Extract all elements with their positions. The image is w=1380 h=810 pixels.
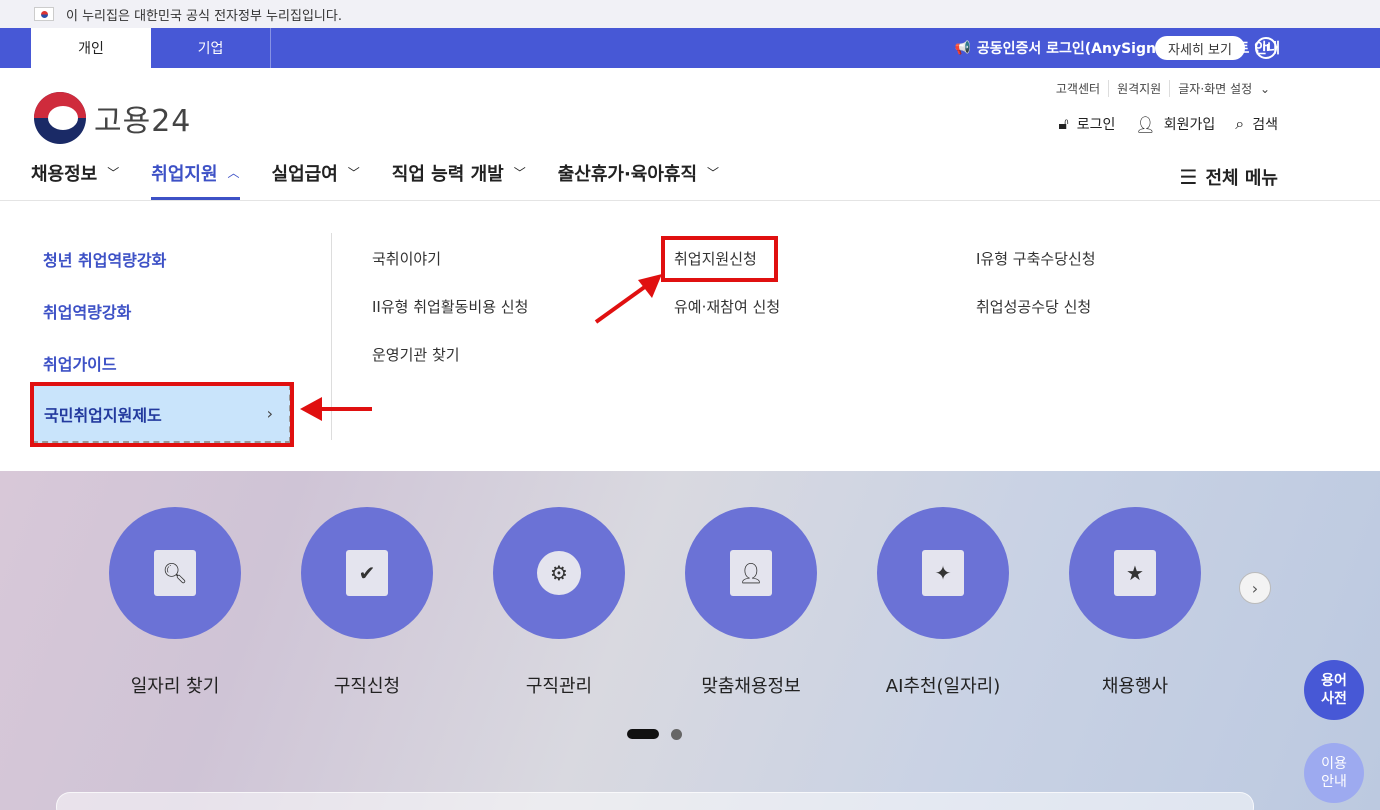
gov-notice-text: 이 누리집은 대한민국 공식 전자정부 누리집입니다. — [66, 8, 342, 24]
chevron-down-icon: ⌄ — [1259, 82, 1270, 96]
quick-job-apply[interactable]: ✔ — [301, 507, 433, 639]
signup-label: 회원가입 — [1163, 117, 1216, 133]
quick-label: 구직신청 — [333, 676, 401, 697]
side-item-guide[interactable]: 취업가이드 — [43, 351, 117, 375]
all-menu-button[interactable]: ☰ 전체 메뉴 — [1180, 164, 1278, 190]
search-icon: ⌕ — [1235, 114, 1245, 133]
sub-link-activity-cost[interactable]: II유형 취업활동비용 신청 — [372, 296, 528, 317]
gov-notice-bar: 이 누리집은 대한민국 공식 전자정부 누리집입니다. — [0, 0, 1380, 28]
carousel-dot[interactable] — [671, 729, 682, 740]
chevron-right-icon: › — [1251, 578, 1259, 598]
quick-custom-jobs[interactable]: 👤︎ — [685, 507, 817, 639]
remote-support-link[interactable]: 원격지원 — [1108, 80, 1169, 97]
display-settings-label: 글자·화면 설정 — [1178, 82, 1253, 96]
nav-job-info[interactable]: 채용정보 ﹀ — [31, 160, 119, 200]
nav-parental-leave[interactable]: 출산휴가·육아휴직 ﹀ — [558, 160, 719, 200]
display-settings-link[interactable]: 글자·화면 설정 ⌄ — [1169, 80, 1278, 97]
highlight-box — [30, 382, 294, 447]
nav-label: 실업급여 — [271, 164, 338, 185]
nav-vocational-training[interactable]: 직업 능력 개발 ﹀ — [392, 160, 526, 200]
calendar-star-icon: ★ — [1114, 550, 1156, 596]
site-logo[interactable]: 고용24 — [34, 92, 191, 144]
dropdown-divider — [331, 233, 332, 440]
megaphone-icon: 📢 — [954, 40, 971, 56]
all-menu-label: 전체 메뉴 — [1205, 168, 1278, 189]
gear-briefcase-icon: ⚙ — [537, 551, 581, 595]
tab-business[interactable]: 기업 — [151, 28, 271, 68]
document-check-icon: ✔ — [346, 550, 388, 596]
sub-link-allowance[interactable]: I유형 구축수당신청 — [976, 248, 1096, 269]
chevron-down-icon: ﹀ — [107, 166, 120, 180]
top-band: 개인 기업 📢 공동인증서 로그인(AnySign) 버전 업데이트 안내 자세… — [0, 28, 1380, 68]
nav-label: 출산휴가·육아휴직 — [557, 164, 698, 185]
user-links: 🔓︎ 로그인 👤︎ 회원가입 ⌕ 검색 — [1038, 114, 1278, 134]
signup-link[interactable]: 👤︎ 회원가입 — [1135, 114, 1215, 134]
utility-links: 고객센터 원격지원 글자·화면 설정 ⌄ — [1048, 80, 1278, 97]
search-link[interactable]: ⌕ 검색 — [1235, 114, 1278, 134]
nav-label: 직업 능력 개발 — [391, 164, 504, 185]
quick-label: AI추천(일자리) — [885, 676, 1001, 697]
puzzle-person-icon: 👤︎ — [730, 550, 772, 596]
nav-label: 취업지원 — [151, 164, 218, 185]
quick-job-manage[interactable]: ⚙ — [493, 507, 625, 639]
main-nav: 채용정보 ﹀ 취업지원 ︿ 실업급여 ﹀ 직업 능력 개발 ﹀ 출산휴가·육아휴직 ﹀ — [31, 160, 751, 200]
search-label: 검색 — [1252, 117, 1278, 133]
nav-label: 채용정보 — [31, 164, 98, 185]
login-link[interactable]: 🔓︎ 로그인 — [1058, 114, 1115, 134]
korea-flag-icon — [34, 7, 54, 21]
guide-button[interactable]: 이용 안내 — [1304, 743, 1364, 803]
carousel-next-button[interactable]: › — [1239, 572, 1271, 604]
chevron-down-icon: ﹀ — [707, 166, 720, 180]
nav-unemployment-benefit[interactable]: 실업급여 ﹀ — [272, 160, 360, 200]
carousel-dot-active[interactable] — [627, 729, 659, 739]
quick-job-search[interactable]: 🔍︎ — [109, 507, 241, 639]
pause-icon[interactable]: II — [1255, 37, 1277, 59]
sub-link-find-agency[interactable]: 운영기관 찾기 — [372, 344, 460, 365]
quick-label: 채용행사 — [1101, 676, 1169, 697]
document-search-icon: 🔍︎ — [154, 550, 196, 596]
sub-link-success-allowance[interactable]: 취업성공수당 신청 — [976, 296, 1091, 317]
chevron-down-icon: ﹀ — [347, 166, 360, 180]
login-label: 로그인 — [1076, 117, 1116, 133]
logo-text: 고용24 — [94, 104, 192, 139]
hamburger-icon: ☰ — [1179, 165, 1198, 189]
bottom-card — [56, 792, 1254, 810]
chevron-down-icon: ﹀ — [513, 166, 526, 180]
quick-label: 구직관리 — [525, 676, 593, 697]
quick-label: 일자리 찾기 — [130, 676, 220, 697]
quick-ai-recommend[interactable]: ✦ — [877, 507, 1009, 639]
tab-personal[interactable]: 개인 — [31, 28, 151, 68]
detail-button[interactable]: 자세히 보기 — [1155, 36, 1245, 60]
nav-employment-support[interactable]: 취업지원 ︿ — [151, 160, 240, 200]
customer-center-link[interactable]: 고객센터 — [1048, 80, 1108, 97]
side-item-youth[interactable]: 청년 취업역량강화 — [43, 247, 166, 271]
highlight-box — [661, 236, 778, 282]
magic-wand-icon: ✦ — [922, 550, 964, 596]
taegeuk-logo-icon — [34, 92, 86, 144]
dictionary-button[interactable]: 용어 사전 — [1304, 660, 1364, 720]
sub-link-deferral[interactable]: 유예·재참여 신청 — [674, 296, 780, 317]
side-item-capability[interactable]: 취업역량강화 — [43, 299, 131, 323]
dictionary-label: 용어 사전 — [1321, 673, 1347, 707]
quick-hiring-events[interactable]: ★ — [1069, 507, 1201, 639]
guide-label: 이용 안내 — [1321, 756, 1347, 790]
sub-link-story[interactable]: 국취이야기 — [372, 248, 441, 269]
user-add-icon: 👤︎ — [1135, 114, 1156, 134]
quick-label: 맞춤채용정보 — [701, 676, 801, 697]
lock-icon: 🔓︎ — [1058, 114, 1069, 133]
chevron-up-icon: ︿ — [227, 166, 240, 180]
